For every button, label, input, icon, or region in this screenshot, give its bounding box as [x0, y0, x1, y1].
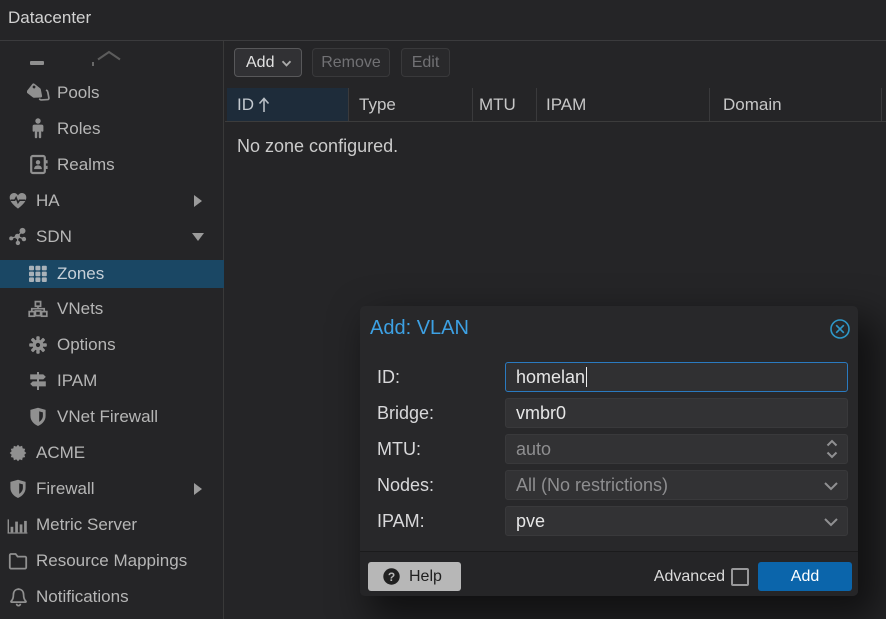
svg-text:?: ?	[388, 570, 395, 584]
